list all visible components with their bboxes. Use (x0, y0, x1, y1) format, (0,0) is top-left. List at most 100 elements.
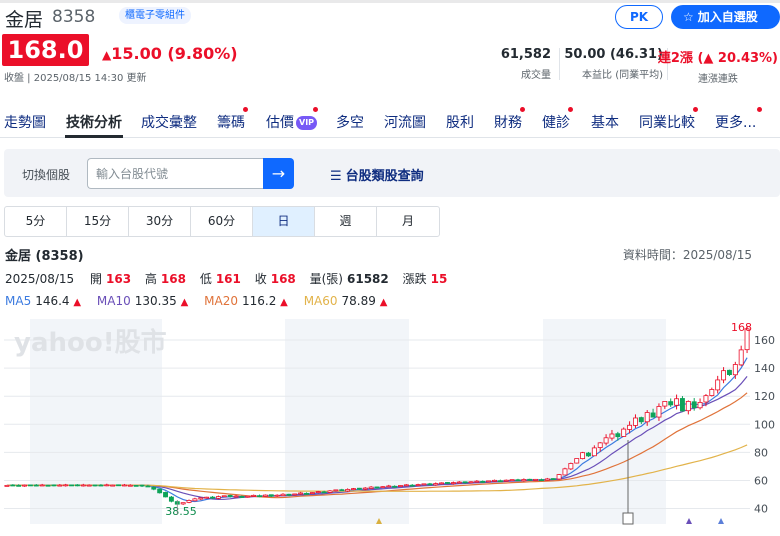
candle-body (368, 486, 374, 489)
category-search-link[interactable]: ☰ 台股類股查詢 (330, 165, 424, 184)
high-price-label: 168 (731, 321, 752, 334)
volume-value: 61582 (347, 272, 389, 286)
period-60min[interactable]: 60分 (191, 207, 253, 236)
candle-body (609, 433, 615, 439)
candle-body (709, 389, 715, 396)
candle-body (4, 484, 10, 487)
ma60-legend: MA60 78.89 ▲ (304, 294, 388, 308)
candle-body (721, 370, 727, 381)
tab-river[interactable]: 河流圖 (384, 112, 426, 132)
candle-body (304, 492, 309, 495)
candlestick-chart[interactable]: yahoo!股市 40 60 80 100 120 140 160 168 38.55 (0, 316, 780, 536)
search-submit-button[interactable]: → (263, 158, 294, 189)
candle-body (233, 495, 239, 498)
period-30min[interactable]: 30分 (129, 207, 191, 236)
candle-body (74, 484, 80, 487)
candle-body (515, 479, 521, 482)
tab-trades[interactable]: 成交彙整 (141, 112, 197, 132)
tab-valuation[interactable]: 估價 VIP (266, 112, 318, 132)
ma5-value: 146.4 (35, 294, 70, 308)
candle-body (262, 494, 268, 497)
candle-body (656, 406, 662, 418)
stock-name: 金居 (5, 9, 44, 31)
tab-long-short[interactable]: 多空 (336, 112, 364, 132)
event-marker-icon (718, 518, 724, 524)
notification-dot (693, 107, 698, 112)
stock-code-input[interactable] (87, 158, 263, 189)
candle-body (550, 478, 556, 480)
ma5-name: MA5 (5, 294, 32, 308)
candle-body (356, 487, 362, 490)
tab-basic[interactable]: 基本 (591, 112, 619, 132)
candle-body (521, 479, 527, 482)
candle-body (321, 491, 327, 494)
active-tab-indicator (65, 135, 123, 138)
tab-financials[interactable]: 財務 (494, 112, 522, 132)
tab-more[interactable]: 更多... (715, 112, 756, 132)
period-5min[interactable]: 5分 (5, 207, 67, 236)
candle-body (674, 398, 680, 406)
stat-pe-value: 50.00 (46.31) (564, 47, 663, 62)
arrow-right-icon: → (271, 164, 286, 183)
candle-body (39, 484, 45, 487)
candle-body (280, 493, 286, 497)
candle-body (568, 463, 574, 470)
tab-trend[interactable]: 走勢圖 (4, 112, 46, 132)
top-border (0, 0, 780, 3)
candle-body (327, 490, 333, 493)
candle-body (110, 484, 116, 487)
industry-tag[interactable]: 櫃電子零組件 (119, 7, 191, 24)
candle-body (668, 401, 674, 406)
period-month[interactable]: 月 (377, 207, 439, 236)
star-icon: ☆ (683, 10, 694, 24)
candle-body (644, 412, 650, 423)
tab-chips[interactable]: 籌碼 (217, 112, 245, 132)
candle-body (691, 401, 697, 408)
pk-button[interactable]: PK (615, 5, 663, 29)
candle-body (227, 494, 233, 497)
candle-body (427, 483, 433, 486)
period-week[interactable]: 週 (315, 207, 377, 236)
price-change: ▲15.00 (9.80%) (102, 44, 238, 63)
candle-body (421, 483, 427, 486)
candle-body (380, 486, 386, 489)
change-label: 漲跌 (402, 272, 427, 286)
low-price-label: 38.55 (165, 505, 197, 518)
tab-peers[interactable]: 同業比較 (639, 112, 695, 132)
candle-body (315, 491, 321, 493)
stat-pe: 50.00 (46.31) 本益比 (同業平均) (564, 47, 663, 81)
tab-technical[interactable]: 技術分析 (66, 112, 122, 132)
notification-dot (520, 107, 525, 112)
data-time: 資料時間：2025/08/15 (622, 248, 752, 262)
candle-body (210, 496, 215, 499)
candle-body (333, 489, 339, 492)
y-tick-label: 60 (754, 474, 768, 487)
candle-body (163, 492, 168, 498)
candle-body (22, 484, 28, 487)
stat-volume-label: 成交量 (521, 70, 551, 81)
tab-nav: 走勢圖 技術分析 成交彙整 籌碼 估價 VIP 多空 河流圖 股利 財務 健診 基… (0, 104, 780, 138)
tab-health[interactable]: 健診 (542, 112, 570, 132)
change-value: 15 (430, 272, 448, 286)
candle-body (456, 481, 462, 484)
candle-body (286, 493, 292, 496)
candle-body (145, 485, 151, 488)
candle-body (439, 482, 445, 485)
add-watchlist-button[interactable]: ☆ 加入自選股 (671, 5, 780, 29)
candle-body (703, 395, 709, 403)
period-15min[interactable]: 15分 (67, 207, 129, 236)
candle-body (398, 485, 403, 487)
ma20-value: 116.2 (241, 294, 277, 308)
tab-dividend[interactable]: 股利 (446, 112, 474, 132)
event-marker-icon (686, 518, 692, 524)
candle-body (251, 494, 257, 497)
candle-body (16, 484, 22, 487)
candle-body (298, 492, 304, 495)
candle-body (738, 349, 744, 366)
stat-streak-label: 連漲連跌 (697, 74, 738, 85)
period-day[interactable]: 日 (253, 207, 315, 236)
candle-body (57, 484, 63, 487)
candle-body (309, 492, 315, 494)
candle-body (180, 502, 186, 505)
candle-body (268, 494, 274, 497)
